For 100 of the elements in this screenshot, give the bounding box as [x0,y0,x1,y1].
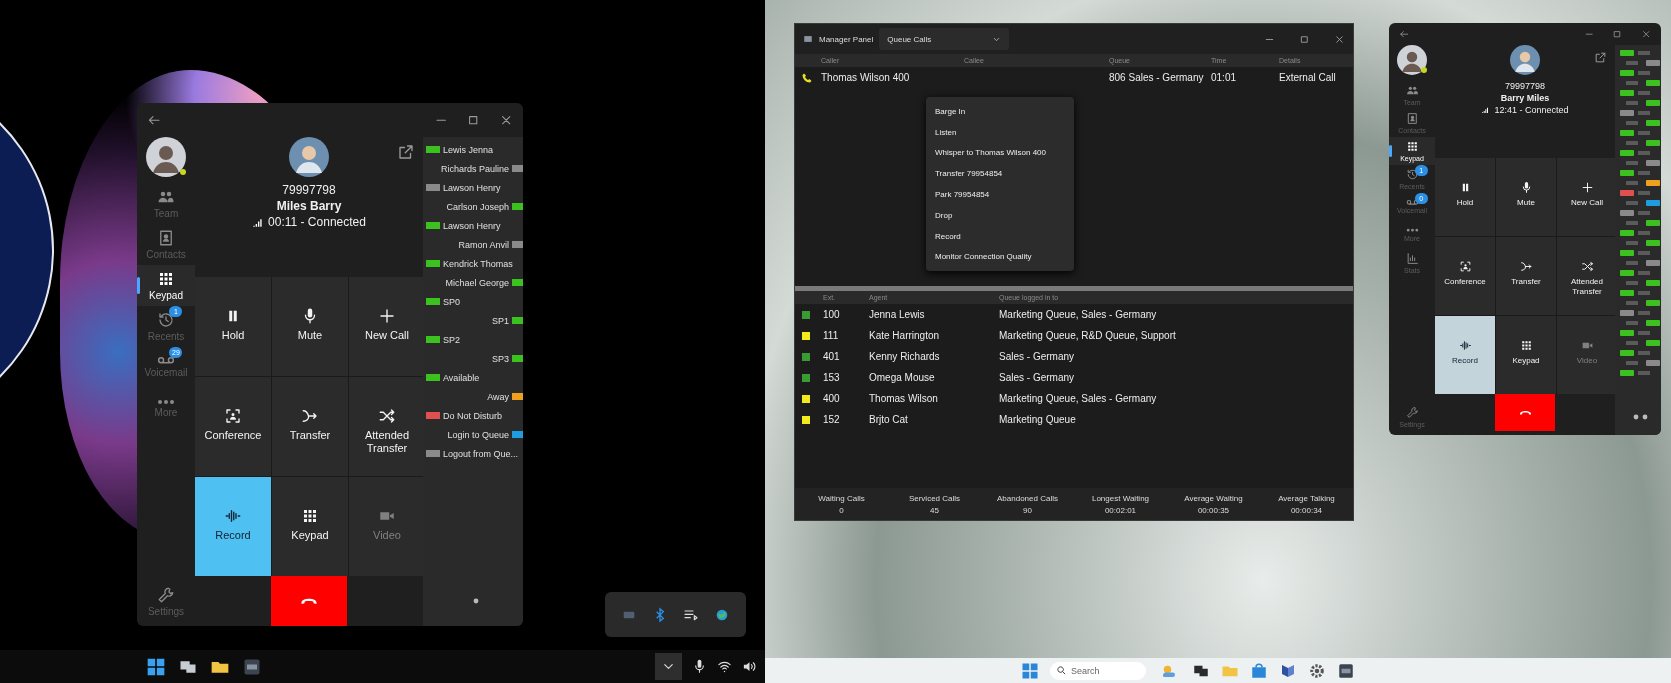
volume-icon[interactable] [742,659,757,674]
presence-label[interactable]: Login to Queue [447,429,509,440]
chevron-down-icon[interactable] [655,653,682,680]
table-cell-text: 100 [823,309,841,320]
user-avatar[interactable] [146,137,186,177]
presence-label[interactable]: Michael George [445,277,509,288]
table-cell-text: Omega Mouse [869,372,936,383]
call-action-button[interactable]: Transfer [272,377,348,476]
user-avatar[interactable] [1397,45,1427,75]
plus-icon [1580,181,1594,195]
presence-label[interactable]: Carlson Joseph [446,201,509,212]
presence-label[interactable]: Lewis Jenna [443,144,494,155]
presence-label[interactable]: Logout from Que... [443,448,519,459]
call-action-button[interactable]: Conference [195,377,271,476]
call-action-button[interactable]: Record [1435,316,1495,394]
call-action-button[interactable]: Hold [1435,158,1495,236]
keypad-icon [1405,140,1419,153]
menu-item[interactable]: Monitor Connection Quality [926,246,1074,268]
keypad-icon [1519,339,1533,353]
caller-name: Barry Miles [1500,93,1550,103]
menu-item[interactable]: Record [926,225,1074,247]
presence-label[interactable]: Richards Pauline [440,163,509,174]
presence-label[interactable]: Kendrick Thomas [443,258,513,269]
call-action-button[interactable]: Attended Transfer [349,377,425,476]
splitter-handle[interactable] [795,286,1353,291]
menu-item[interactable]: Transfer 79954854 [926,163,1074,185]
call-action-button[interactable]: Keypad [272,477,348,576]
caller-name: Miles Barry [276,199,342,213]
history-icon [157,311,175,329]
contact-card-icon [1405,112,1419,125]
call-status: 00:11 - Connected [268,215,366,229]
table-cell-text: Thomas Wilson [869,393,939,404]
table-cell-text: 806 Sales - Germany [1109,72,1205,83]
wifi-icon[interactable] [717,659,732,674]
table-cell-text: Kenny Richards [869,351,941,362]
keypad-icon [157,270,175,288]
table-cell-text: Brjto Cat [869,414,909,425]
menu-item[interactable]: Listen [926,121,1074,143]
presence-label[interactable]: SP2 [443,334,460,345]
microphone-icon[interactable] [692,659,707,674]
phone-icon [801,71,813,84]
start-icon[interactable] [1021,661,1039,680]
popout-icon[interactable] [1594,51,1607,64]
call-action-button[interactable]: Keypad [1496,316,1556,394]
call-action-button[interactable]: Record [195,477,271,576]
stat-label: Average Talking [1278,493,1335,503]
maximize-icon[interactable] [1299,33,1310,45]
store-icon[interactable] [1250,661,1268,680]
call-action-button[interactable]: Mute [1496,158,1556,236]
presence-label[interactable]: Ramon Anvil [458,239,509,250]
back-icon[interactable] [1399,28,1410,40]
search-field[interactable]: Search [1050,661,1146,680]
table-cell-text: Jenna Lewis [869,309,926,320]
conference-icon [1458,260,1472,274]
page-dots-icon[interactable] [1632,413,1649,420]
table-cell-text: 01:01 [1211,72,1238,83]
start-icon[interactable] [146,656,166,677]
search-icon [1056,665,1067,676]
table-cell-text: Kate Harrington [869,330,941,341]
close-icon[interactable] [1334,33,1345,45]
sidebar-item[interactable]: Keypad [137,265,195,306]
app-icon[interactable] [1337,661,1355,680]
presence-label[interactable]: Away [487,391,509,402]
caller-number: 79997798 [282,183,336,197]
presence-label[interactable]: Lawson Henry [443,220,501,231]
maximize-icon[interactable] [1612,28,1623,40]
panel-icon [803,34,813,44]
presence-label[interactable]: SP0 [443,296,460,307]
menu-item[interactable]: Whisper to Thomas Wilson 400 [926,142,1074,164]
call-action-button[interactable]: New Call [349,277,425,376]
presence-label[interactable]: Do Not Disturb [443,410,503,421]
menu-item[interactable]: Drop [926,205,1074,226]
contact-card-icon [157,229,175,247]
presence-label[interactable]: Available [443,372,480,383]
view-dropdown[interactable]: Queue Calls [879,28,1010,50]
table-cell-text: 153 [823,372,841,383]
presence-label[interactable]: SP1 [492,315,509,326]
call-action-button[interactable]: Mute [272,277,348,376]
shuffle-icon [1580,260,1594,274]
call-action-button[interactable]: New Call [1557,158,1617,236]
call-action-button[interactable]: Transfer [1496,237,1556,315]
call-action-button[interactable]: Attended Transfer [1557,237,1617,315]
call-action-button[interactable]: Hold [195,277,271,376]
gear-icon[interactable] [1308,661,1326,680]
call-action-button[interactable]: Conference [1435,237,1495,315]
menu-item[interactable]: Park 79954854 [926,184,1074,205]
table-cell-text: Marketing Queue, R&D Queue, Support [999,330,1177,341]
table-cell-text: Marketing Queue, Sales - Germany [999,393,1158,404]
window-title: Manager Panel [819,34,874,44]
table-cell-text: 111 [823,330,840,341]
page-dots-icon[interactable] [473,598,479,604]
presence-label[interactable]: SP3 [492,353,509,364]
popout-icon[interactable] [397,143,415,161]
close-icon[interactable] [1640,28,1651,40]
voicemail-icon [157,357,175,365]
table-cell-text: External Call [1279,72,1337,83]
menu-item[interactable]: Barge In [926,101,1074,122]
stat-value: 00:00:35 [1197,505,1230,515]
presence-label[interactable]: Lawson Henry [443,182,501,193]
signal-icon [252,216,264,228]
